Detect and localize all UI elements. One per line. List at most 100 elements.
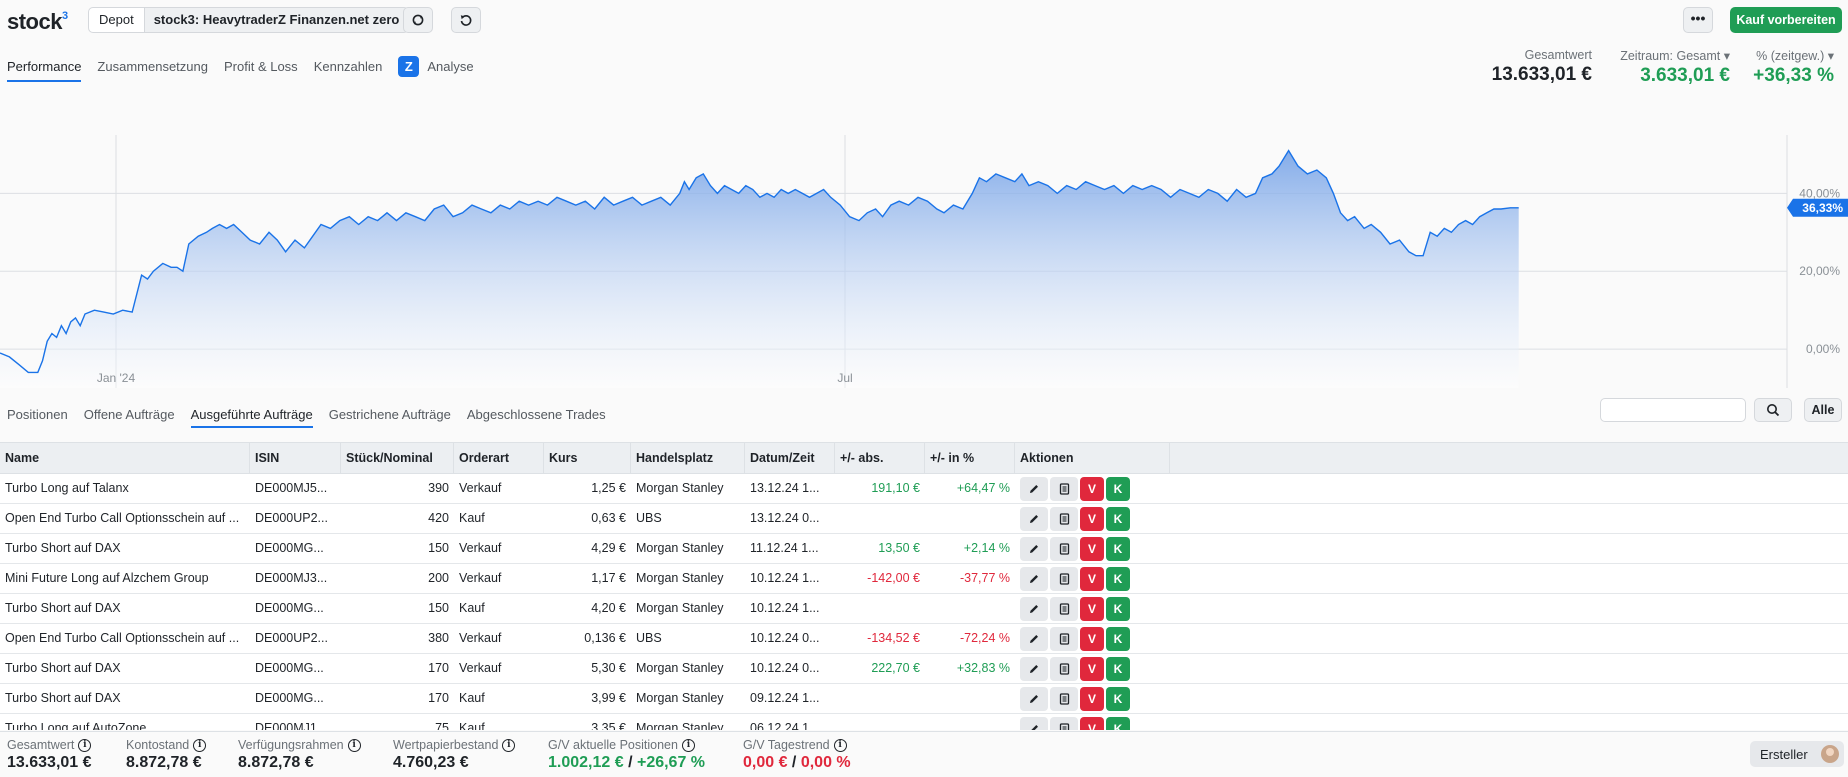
- cell-name[interactable]: Turbo Short auf DAX: [0, 654, 250, 683]
- edit-button[interactable]: [1020, 716, 1048, 730]
- info-icon[interactable]: i: [833, 738, 847, 752]
- edit-button[interactable]: [1020, 656, 1048, 681]
- tab-analyse[interactable]: Z Analyse: [398, 56, 474, 82]
- more-options-button[interactable]: •••: [1683, 7, 1713, 33]
- sell-button[interactable]: V: [1080, 626, 1104, 651]
- tab-positionen[interactable]: Positionen: [7, 407, 68, 428]
- tab-zusammensetzung[interactable]: Zusammensetzung: [97, 59, 208, 82]
- tab-gestrichene-auftraege[interactable]: Gestrichene Aufträge: [329, 407, 451, 428]
- sell-button[interactable]: V: [1080, 686, 1104, 711]
- edit-button[interactable]: [1020, 476, 1048, 501]
- table-row[interactable]: Turbo Short auf DAX DE000MG... 150 Verkauf 4…: [0, 534, 1848, 564]
- tab-abgeschlossene-trades[interactable]: Abgeschlossene Trades: [467, 407, 606, 428]
- receipt-button[interactable]: [1050, 656, 1078, 681]
- stock3-logo[interactable]: stock3: [7, 9, 68, 35]
- cell-name[interactable]: Open End Turbo Call Optionsschein auf ..…: [0, 504, 250, 533]
- tab-ausgefuehrte-auftraege[interactable]: Ausgeführte Aufträge: [190, 407, 313, 428]
- receipt-button[interactable]: [1050, 716, 1078, 730]
- column-header-isin[interactable]: ISIN: [250, 443, 341, 473]
- table-row[interactable]: Turbo Long auf AutoZone DE000MJ1... 75 Kauf…: [0, 714, 1848, 730]
- receipt-button[interactable]: [1050, 536, 1078, 561]
- cell-name[interactable]: Turbo Long auf Talanx: [0, 474, 250, 503]
- tab-kennzahlen[interactable]: Kennzahlen: [314, 59, 383, 82]
- buy-button[interactable]: K: [1106, 656, 1130, 681]
- sell-button[interactable]: V: [1080, 506, 1104, 531]
- performance-area: [0, 150, 1519, 388]
- edit-button[interactable]: [1020, 536, 1048, 561]
- table-row[interactable]: Turbo Long auf Talanx DE000MJ5... 390 Verka…: [0, 474, 1848, 504]
- receipt-button[interactable]: [1050, 566, 1078, 591]
- cell-name[interactable]: Turbo Short auf DAX: [0, 684, 250, 713]
- sell-button[interactable]: V: [1080, 716, 1104, 730]
- cell-name[interactable]: Open End Turbo Call Optionsschein auf ..…: [0, 624, 250, 653]
- tab-performance[interactable]: Performance: [7, 59, 82, 82]
- buy-button[interactable]: K: [1106, 596, 1130, 621]
- edit-button[interactable]: [1020, 566, 1048, 591]
- reset-button[interactable]: [451, 7, 481, 33]
- column-header-datum[interactable]: Datum/Zeit: [745, 443, 835, 473]
- alle-filter-button[interactable]: Alle: [1804, 398, 1842, 422]
- performance-chart[interactable]: 0,00% 20,00% 40,00% Jan '24 Jul 36,33%: [0, 135, 1848, 388]
- buy-button[interactable]: K: [1106, 506, 1130, 531]
- receipt-button[interactable]: [1050, 506, 1078, 531]
- receipt-icon: [1059, 632, 1069, 645]
- table-row[interactable]: Mini Future Long auf Alzchem Group DE000M…: [0, 564, 1848, 594]
- ersteller-button[interactable]: Ersteller: [1750, 741, 1844, 767]
- tab-profit-loss[interactable]: Profit & Loss: [224, 59, 298, 82]
- table-row[interactable]: Turbo Short auf DAX DE000MG... 170 Verkauf 5…: [0, 654, 1848, 684]
- buy-button[interactable]: K: [1106, 566, 1130, 591]
- pencil-icon: [1030, 634, 1038, 643]
- zeitraum-dropdown[interactable]: Zeitraum: Gesamt ▾: [1620, 48, 1730, 63]
- receipt-button[interactable]: [1050, 686, 1078, 711]
- percent-mode-dropdown[interactable]: % (zeitgew.) ▾: [1753, 48, 1834, 63]
- table-row[interactable]: Turbo Short auf DAX DE000MG... 150 Kauf 4,20…: [0, 594, 1848, 624]
- table-row[interactable]: Open End Turbo Call Optionsschein auf ..…: [0, 624, 1848, 654]
- table-row[interactable]: Open End Turbo Call Optionsschein auf ..…: [0, 504, 1848, 534]
- sell-button[interactable]: V: [1080, 596, 1104, 621]
- sync-button[interactable]: [403, 7, 433, 33]
- buy-button[interactable]: K: [1106, 476, 1130, 501]
- sell-button[interactable]: V: [1080, 476, 1104, 501]
- edit-button[interactable]: [1020, 686, 1048, 711]
- column-header-handelsplatz[interactable]: Handelsplatz: [631, 443, 745, 473]
- receipt-button[interactable]: [1050, 626, 1078, 651]
- column-header-abs[interactable]: +/- abs.: [835, 443, 925, 473]
- edit-button[interactable]: [1020, 506, 1048, 531]
- column-header-name[interactable]: Name: [0, 443, 250, 473]
- edit-button[interactable]: [1020, 596, 1048, 621]
- cell-aktionen: VK: [1015, 654, 1170, 683]
- search-input[interactable]: [1600, 398, 1746, 422]
- info-icon[interactable]: i: [347, 738, 361, 752]
- depot-selector[interactable]: Depot stock3: HeavytraderZ Finanzen.net …: [88, 7, 410, 33]
- receipt-button[interactable]: [1050, 596, 1078, 621]
- depot-name[interactable]: stock3: HeavytraderZ Finanzen.net zero: [144, 8, 409, 32]
- sell-button[interactable]: V: [1080, 656, 1104, 681]
- footer-wertpapierbestand: Wertpapierbestand i 4.760,23 €: [393, 738, 516, 772]
- table-row[interactable]: Turbo Short auf DAX DE000MG... 170 Kauf 3,99…: [0, 684, 1848, 714]
- cell-aktionen: VK: [1015, 564, 1170, 593]
- info-icon[interactable]: i: [193, 738, 207, 752]
- column-header-pct[interactable]: +/- in %: [925, 443, 1015, 473]
- cell-name[interactable]: Turbo Long auf AutoZone: [0, 714, 250, 730]
- column-header-orderart[interactable]: Orderart: [454, 443, 544, 473]
- cell-name[interactable]: Turbo Short auf DAX: [0, 594, 250, 623]
- column-header-stueck[interactable]: Stück/Nominal: [341, 443, 454, 473]
- edit-button[interactable]: [1020, 626, 1048, 651]
- info-icon[interactable]: i: [681, 738, 695, 752]
- buy-button[interactable]: K: [1106, 686, 1130, 711]
- info-icon[interactable]: i: [78, 738, 92, 752]
- search-button[interactable]: [1754, 398, 1792, 422]
- sell-button[interactable]: V: [1080, 566, 1104, 591]
- info-icon[interactable]: i: [502, 738, 516, 752]
- buy-button[interactable]: K: [1106, 626, 1130, 651]
- kauf-vorbereiten-button[interactable]: Kauf vorbereiten: [1730, 7, 1842, 33]
- cell-handelsplatz: Morgan Stanley: [636, 541, 724, 555]
- cell-name[interactable]: Mini Future Long auf Alzchem Group: [0, 564, 250, 593]
- buy-button[interactable]: K: [1106, 716, 1130, 730]
- cell-name[interactable]: Turbo Short auf DAX: [0, 534, 250, 563]
- receipt-button[interactable]: [1050, 476, 1078, 501]
- tab-offene-auftraege[interactable]: Offene Aufträge: [84, 407, 175, 428]
- sell-button[interactable]: V: [1080, 536, 1104, 561]
- column-header-kurs[interactable]: Kurs: [544, 443, 631, 473]
- buy-button[interactable]: K: [1106, 536, 1130, 561]
